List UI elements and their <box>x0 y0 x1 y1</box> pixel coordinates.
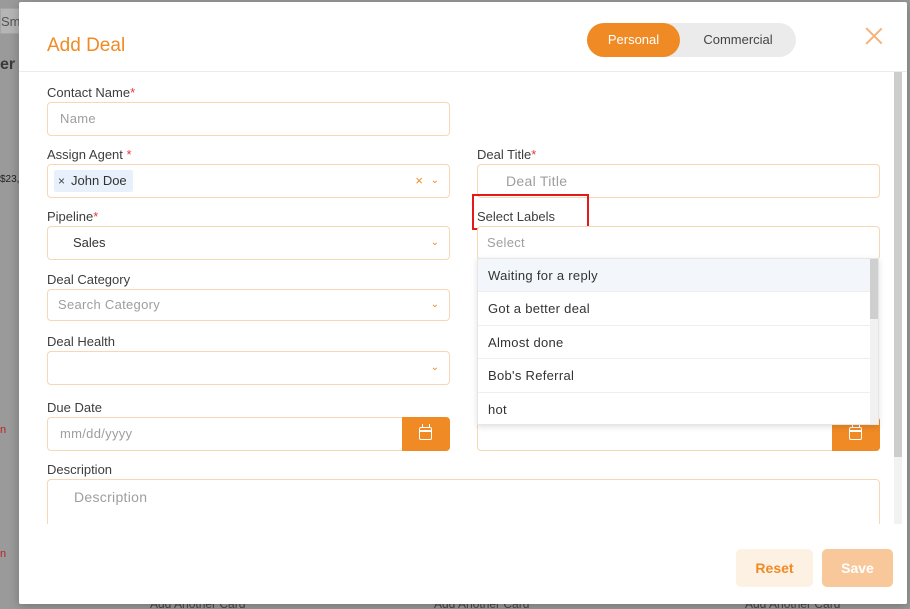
deal-title-input[interactable]: Deal Title <box>477 164 880 198</box>
highlight-box <box>472 194 589 230</box>
due-date-label: Due Date <box>47 400 102 415</box>
remove-tag-icon[interactable]: × <box>58 174 65 188</box>
modal-header: Add Deal Personal Commercial <box>19 2 907 72</box>
deal-type-toggle: Personal Commercial <box>587 23 796 57</box>
background-marker: n <box>0 424 7 436</box>
toggle-commercial[interactable]: Commercial <box>680 23 796 57</box>
save-button[interactable]: Save <box>822 549 893 587</box>
toggle-personal[interactable]: Personal <box>587 23 680 57</box>
contact-name-placeholder: Name <box>60 111 96 126</box>
reset-button[interactable]: Reset <box>736 549 813 587</box>
labels-dropdown: Waiting for a reply Got a better deal Al… <box>477 258 879 425</box>
chevron-down-icon[interactable]: ⌄ <box>431 290 439 320</box>
modal-title: Add Deal <box>47 35 126 56</box>
clear-icon[interactable]: × <box>415 165 423 197</box>
deal-category-placeholder: Search Category <box>58 297 161 312</box>
select-labels-placeholder: Select <box>487 235 525 250</box>
pipeline-value: Sales <box>73 235 106 250</box>
modal-body: Contact Name* Name Assign Agent * × John … <box>19 72 907 524</box>
dropdown-scroll-thumb[interactable] <box>870 259 878 319</box>
assign-agent-label: Assign Agent * <box>47 147 132 162</box>
deal-category-select[interactable]: Search Category ⌄ <box>47 289 450 321</box>
calendar-button[interactable] <box>402 417 450 451</box>
deal-health-select[interactable]: ⌄ <box>47 351 450 385</box>
dropdown-option[interactable]: Got a better deal <box>478 292 872 326</box>
dropdown-option[interactable]: hot <box>478 393 872 424</box>
background-marker: n <box>0 548 7 560</box>
due-date-input[interactable]: mm/dd/yyyy <box>47 417 450 451</box>
description-placeholder: Description <box>74 489 148 505</box>
modal-scroll-thumb[interactable] <box>894 72 902 457</box>
select-labels-input[interactable]: Select <box>477 226 880 260</box>
assign-agent-select[interactable]: × John Doe × ⌄ <box>47 164 450 198</box>
description-label: Description <box>47 462 113 477</box>
dropdown-option[interactable]: Waiting for a reply <box>478 259 872 293</box>
pipeline-label: Pipeline* <box>47 209 99 224</box>
description-textarea[interactable]: Description <box>47 479 880 524</box>
calendar-icon <box>419 424 432 440</box>
pipeline-select[interactable]: Sales ⌄ <box>47 226 450 260</box>
add-deal-modal: Add Deal Personal Commercial Contact Nam… <box>19 2 907 604</box>
deal-category-label: Deal Category <box>47 272 131 287</box>
chevron-down-icon[interactable]: ⌄ <box>431 352 439 384</box>
chevron-down-icon[interactable]: ⌄ <box>431 227 439 259</box>
deal-title-label: Deal Title* <box>477 147 537 162</box>
dropdown-option[interactable]: Bob's Referral <box>478 359 872 393</box>
background-heading: er <box>0 56 16 73</box>
close-icon[interactable] <box>865 27 883 45</box>
deal-health-label: Deal Health <box>47 334 115 349</box>
chevron-down-icon[interactable]: ⌄ <box>431 165 439 197</box>
deal-title-placeholder: Deal Title <box>506 173 568 189</box>
due-date-placeholder: mm/dd/yyyy <box>60 426 133 441</box>
contact-name-input[interactable]: Name <box>47 102 450 136</box>
background-amount: $23, <box>0 174 20 185</box>
dropdown-option[interactable]: Almost done <box>478 326 872 360</box>
contact-name-label: Contact Name* <box>47 85 136 100</box>
modal-footer: Reset Save <box>19 524 907 604</box>
agent-tag: × John Doe <box>54 170 133 192</box>
calendar-icon <box>849 424 862 440</box>
